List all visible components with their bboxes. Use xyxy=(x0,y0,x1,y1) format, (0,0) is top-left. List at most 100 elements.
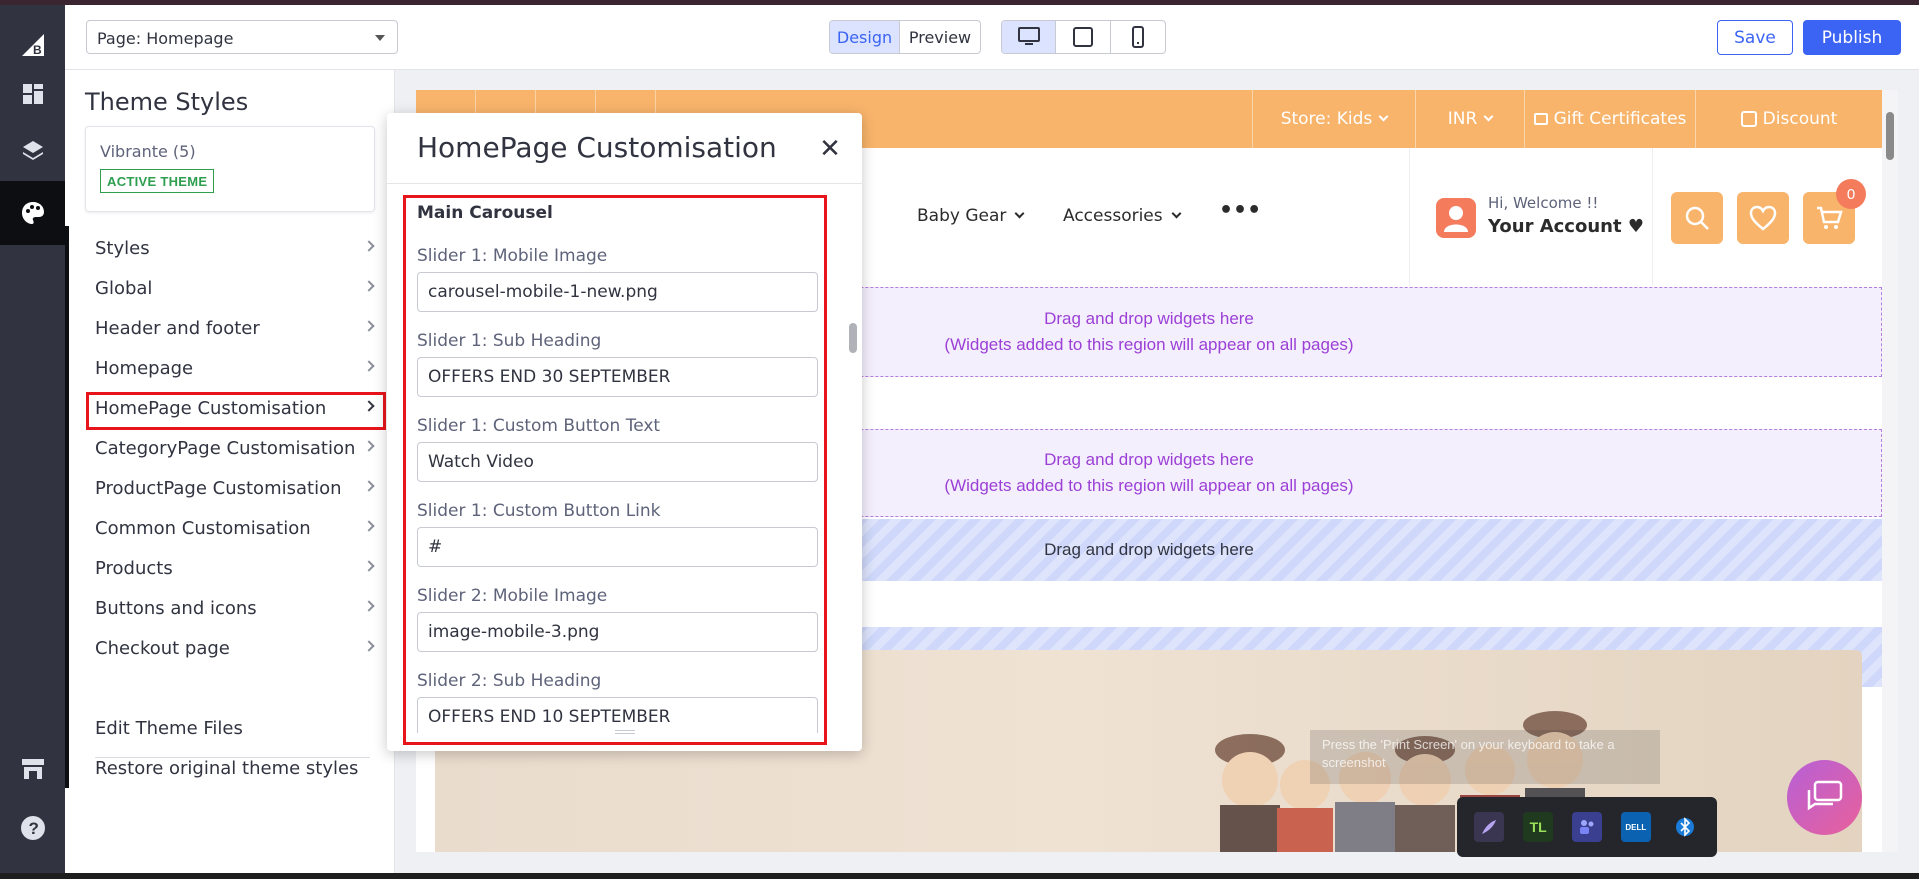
chevron-right-icon xyxy=(363,240,375,252)
user-avatar-icon[interactable] xyxy=(1436,198,1476,238)
chat-button[interactable] xyxy=(1787,760,1862,835)
page-selector-value: Page: Homepage xyxy=(97,29,234,48)
menu-item-checkout-page[interactable]: Checkout page xyxy=(65,628,395,668)
chevron-right-icon xyxy=(363,520,375,532)
window-bottom-strip xyxy=(0,873,1919,879)
header-separator xyxy=(1409,148,1410,286)
menu-item-common-customisation[interactable]: Common Customisation xyxy=(65,508,395,548)
menu-item-label: Buttons and icons xyxy=(95,597,257,619)
page-selector[interactable]: Page: Homepage xyxy=(86,20,398,54)
account-greeting: Hi, Welcome !! xyxy=(1488,194,1599,212)
search-button[interactable] xyxy=(1671,192,1723,244)
mobile-icon xyxy=(1132,26,1144,48)
menu-item-label: CategoryPage Customisation xyxy=(95,437,356,459)
bluetooth-icon[interactable] xyxy=(1669,812,1700,842)
layers-icon[interactable] xyxy=(0,119,65,183)
menu-item-label: Global xyxy=(95,277,153,299)
search-icon xyxy=(1685,206,1709,230)
feather-app-icon[interactable] xyxy=(1474,812,1505,842)
chevron-right-icon xyxy=(363,280,375,292)
chevron-down-icon xyxy=(1483,111,1494,121)
mobile-view-button[interactable] xyxy=(1111,21,1165,53)
menu-item-buttons-icons[interactable]: Buttons and icons xyxy=(65,588,395,628)
edit-theme-files-link[interactable]: Edit Theme Files xyxy=(95,718,243,739)
scrollbar-thumb[interactable] xyxy=(1886,112,1894,160)
nav-item-accessories[interactable]: Accessories xyxy=(1063,206,1182,226)
help-icon[interactable]: ? xyxy=(0,796,65,860)
gift-certificates-label: Gift Certificates xyxy=(1553,109,1687,129)
icon-rail: B ? xyxy=(0,5,65,873)
menu-item-styles[interactable]: Styles xyxy=(65,228,395,268)
dell-icon[interactable]: DELL xyxy=(1620,812,1651,842)
dashboard-icon[interactable] xyxy=(0,62,65,126)
active-theme-card: Vibrante (5) ACTIVE THEME xyxy=(85,126,375,212)
design-mode-button[interactable]: Design xyxy=(830,21,900,53)
store-selector[interactable]: Store: Kids xyxy=(1252,90,1415,148)
modal-scrollbar[interactable] xyxy=(846,203,860,723)
discount-label: Discount xyxy=(1762,109,1838,129)
nav-label: Accessories xyxy=(1063,206,1163,226)
menu-item-header-footer[interactable]: Header and footer xyxy=(65,308,395,348)
your-account-link[interactable]: Your Account ♥ xyxy=(1488,216,1644,237)
menu-item-label: Styles xyxy=(95,237,150,259)
desktop-icon xyxy=(1017,27,1040,45)
theme-styles-panel: Theme Styles Vibrante (5) ACTIVE THEME S… xyxy=(65,70,395,873)
scrollbar-thumb[interactable] xyxy=(849,323,857,353)
chevron-down-icon xyxy=(1014,208,1025,219)
drop-zone-title: Drag and drop widgets here xyxy=(1044,540,1254,559)
chevron-right-icon xyxy=(363,480,375,492)
menu-item-products[interactable]: Products xyxy=(65,548,395,588)
app-window: B ? Page: Homepage Design Preview Save P… xyxy=(0,0,1919,879)
store-selector-label: Store: Kids xyxy=(1280,109,1373,129)
menu-item-label: Common Customisation xyxy=(95,517,311,539)
heart-icon xyxy=(1749,205,1777,231)
chevron-down-icon xyxy=(1171,208,1182,219)
desktop-view-button[interactable] xyxy=(1002,21,1056,53)
chat-icon xyxy=(1807,780,1842,810)
menu-item-homepage[interactable]: Homepage xyxy=(65,348,395,388)
currency-selector[interactable]: INR xyxy=(1415,90,1524,148)
storefront-icon[interactable] xyxy=(0,737,65,801)
chevron-right-icon xyxy=(363,640,375,652)
menu-item-label: Products xyxy=(95,557,173,579)
menu-item-label: ProductPage Customisation xyxy=(95,477,342,499)
gift-icon xyxy=(1533,113,1548,125)
preview-scrollbar[interactable] xyxy=(1882,90,1898,852)
cart-count-badge: 0 xyxy=(1836,179,1866,209)
chevron-down-icon xyxy=(1378,111,1389,121)
save-button[interactable]: Save xyxy=(1717,20,1793,55)
restore-theme-styles-link[interactable]: Restore original theme styles xyxy=(95,758,358,779)
nav-item-baby-gear[interactable]: Baby Gear xyxy=(917,206,1025,226)
chevron-right-icon xyxy=(363,600,375,612)
active-theme-badge: ACTIVE THEME xyxy=(100,169,215,193)
tablet-view-button[interactable] xyxy=(1056,21,1111,53)
close-icon[interactable]: ✕ xyxy=(815,133,845,163)
view-mode-toggle: Design Preview xyxy=(829,20,981,54)
header-separator xyxy=(1652,148,1653,286)
tablet-icon xyxy=(1073,27,1093,47)
selected-item-highlight xyxy=(86,392,386,430)
chevron-right-icon xyxy=(363,560,375,572)
system-tray: TL DELL xyxy=(1457,797,1717,857)
chevron-right-icon xyxy=(363,440,375,452)
publish-button[interactable]: Publish xyxy=(1803,20,1901,55)
discount-link[interactable]: Discount xyxy=(1695,90,1882,148)
wishlist-button[interactable] xyxy=(1737,192,1789,244)
chevron-right-icon xyxy=(363,360,375,372)
teams-icon[interactable] xyxy=(1571,812,1602,842)
modal-title: HomePage Customisation xyxy=(417,131,777,164)
theme-palette-icon[interactable] xyxy=(0,181,65,245)
preview-mode-button[interactable]: Preview xyxy=(900,21,980,53)
device-toggle xyxy=(1001,20,1166,54)
menu-item-categorypage-customisation[interactable]: CategoryPage Customisation xyxy=(65,428,395,468)
footer-section-indicator xyxy=(65,708,69,788)
chevron-right-icon xyxy=(363,320,375,332)
svg-text:B: B xyxy=(33,43,42,57)
menu-item-label: Checkout page xyxy=(95,637,230,659)
cart-icon xyxy=(1817,206,1843,229)
gift-certificates-link[interactable]: Gift Certificates xyxy=(1524,90,1695,148)
tl-app-icon[interactable]: TL xyxy=(1523,812,1554,842)
menu-item-productpage-customisation[interactable]: ProductPage Customisation xyxy=(65,468,395,508)
menu-item-global[interactable]: Global xyxy=(65,268,395,308)
more-nav-icon[interactable]: ••• xyxy=(1219,198,1261,223)
